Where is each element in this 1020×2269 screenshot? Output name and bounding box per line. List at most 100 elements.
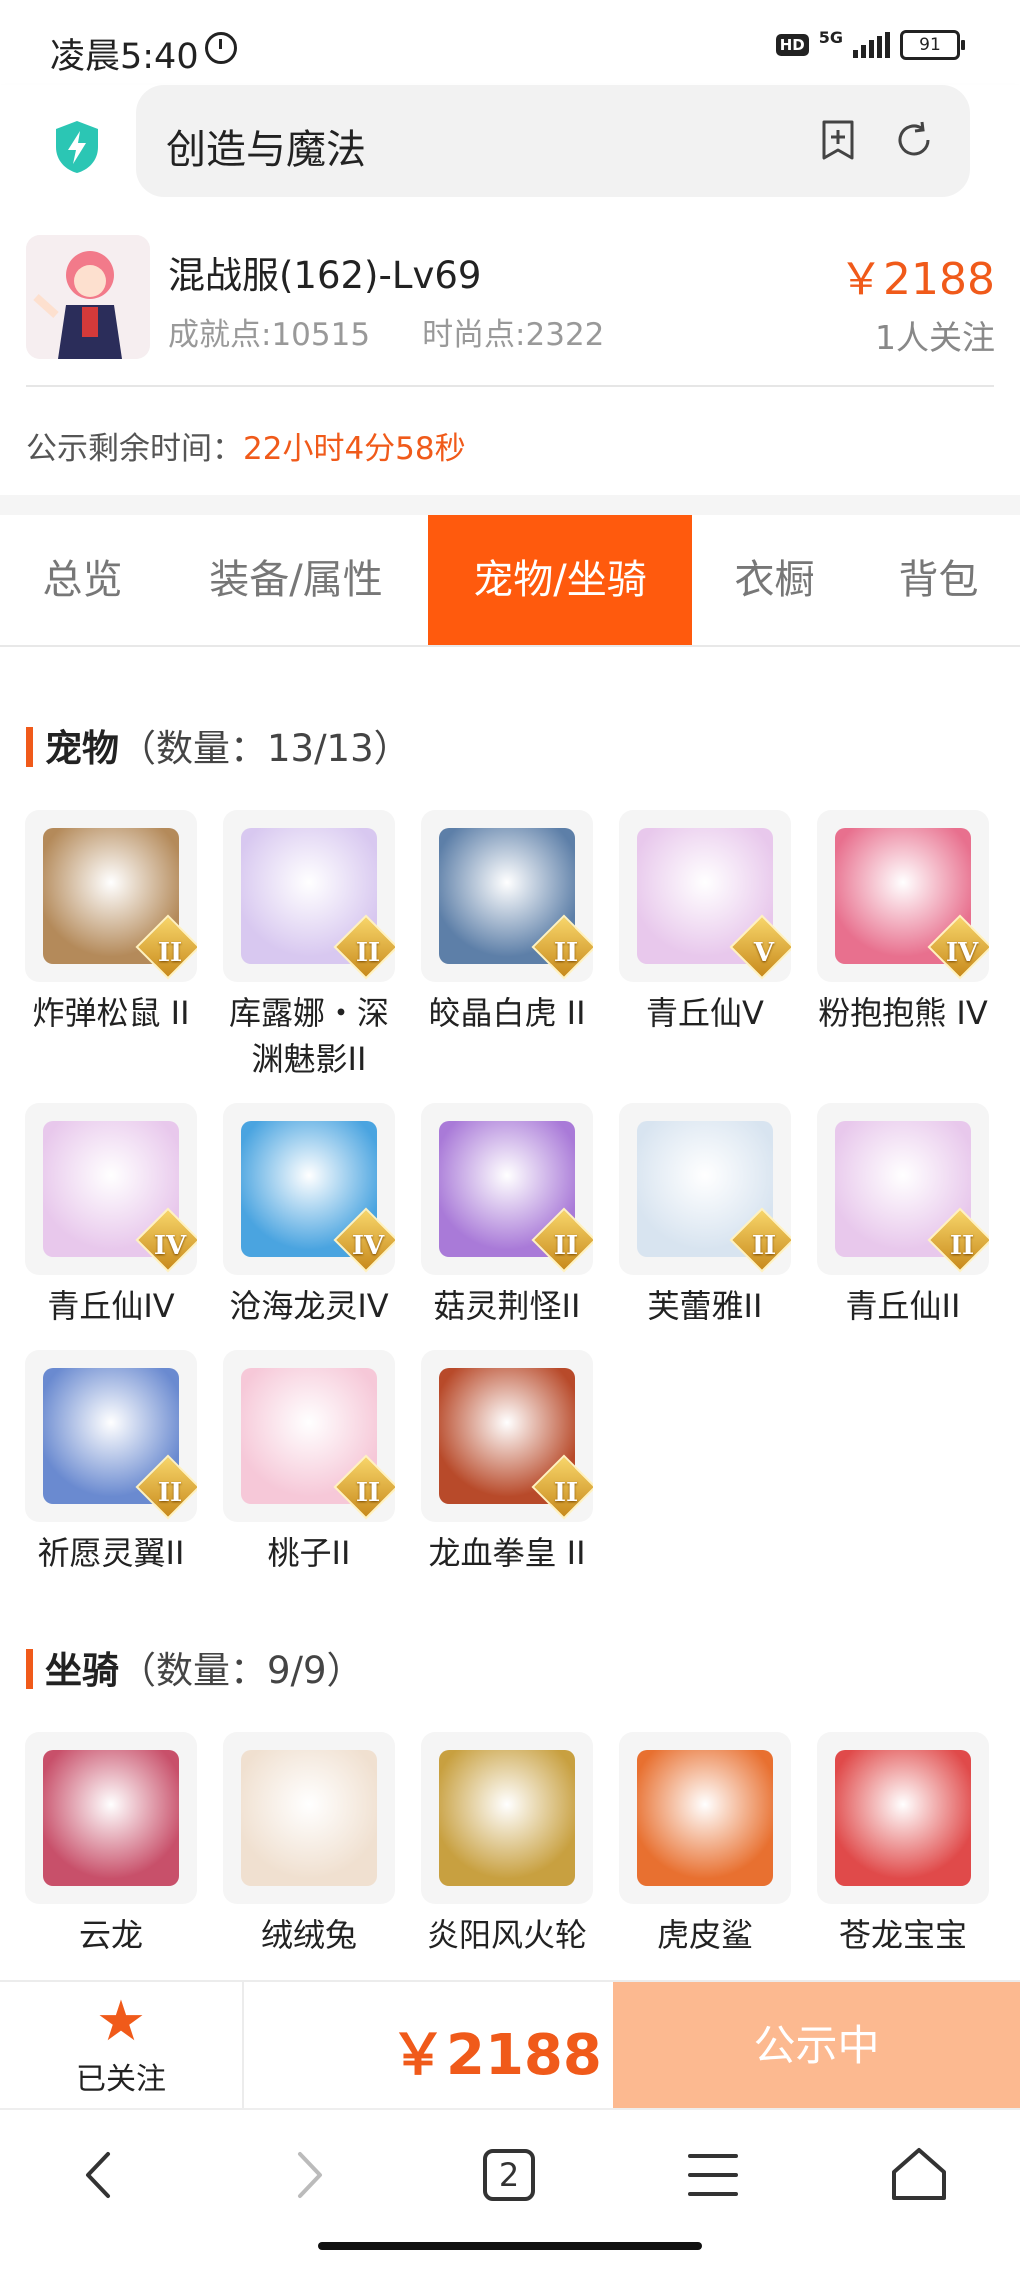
item-label: 龙血拳皇 II bbox=[428, 1534, 586, 1572]
list-item[interactable]: 虎皮鲨 bbox=[606, 1732, 804, 1958]
list-item[interactable]: II 龙血拳皇 II bbox=[408, 1350, 606, 1576]
item-label: 菇灵荆怪II bbox=[433, 1287, 581, 1325]
cloud-dragon-icon bbox=[25, 1732, 197, 1904]
pets-section-title: 宠物（数量：13/13） bbox=[26, 718, 411, 772]
rank-badge-label: II bbox=[553, 1231, 579, 1261]
address-bar[interactable]: 创造与魔法 bbox=[136, 85, 970, 197]
peach-cat-icon: II bbox=[223, 1350, 395, 1522]
list-item[interactable]: 苍龙宝宝 bbox=[804, 1732, 1002, 1958]
list-item[interactable]: II 菇灵荆怪II bbox=[408, 1103, 606, 1329]
sea-dragon-icon: IV bbox=[223, 1103, 395, 1275]
home-icon[interactable] bbox=[884, 2140, 954, 2210]
refresh-icon[interactable] bbox=[892, 118, 936, 162]
list-item[interactable]: II 炸弹松鼠 II bbox=[12, 810, 210, 1036]
item-label: 祈愿灵翼II bbox=[37, 1534, 185, 1572]
rank-badge-label: II bbox=[157, 938, 183, 968]
item-label: 青丘仙V bbox=[646, 994, 764, 1032]
qingqiu-icon: V bbox=[619, 810, 791, 982]
list-item[interactable]: IV 粉抱抱熊 IV bbox=[804, 810, 1002, 1036]
rank-badge-label: IV bbox=[351, 1231, 385, 1261]
rank-badge-label: II bbox=[355, 938, 381, 968]
rank-badge-label: II bbox=[553, 1478, 579, 1508]
detail-tabs: 总览 装备/属性 宠物/坐骑 衣橱 背包 bbox=[0, 515, 1020, 647]
network-label: 5G bbox=[818, 27, 843, 47]
bookmark-add-icon[interactable] bbox=[816, 118, 860, 162]
squirrel-icon: II bbox=[25, 810, 197, 982]
rank-badge-label: IV bbox=[945, 938, 979, 968]
home-indicator bbox=[318, 2242, 702, 2250]
thumbnail-art bbox=[43, 1750, 179, 1886]
countdown-label: 公示剩余时间： bbox=[26, 431, 243, 467]
item-label: 虎皮鲨 bbox=[656, 1916, 753, 1954]
item-header: 混战服(162)-Lv69 成就点:10515 时尚点:2322 ￥2188 1人… bbox=[0, 225, 1020, 495]
signal-icon bbox=[853, 32, 890, 58]
list-item[interactable]: 绒绒兔 bbox=[210, 1732, 408, 1958]
hd-icon: HD bbox=[775, 34, 809, 56]
list-item[interactable]: 云龙 bbox=[12, 1732, 210, 1958]
tab-backpack[interactable]: 背包 bbox=[857, 515, 1020, 645]
forward-icon[interactable] bbox=[272, 2140, 342, 2210]
item-label: 芙蕾雅II bbox=[647, 1287, 763, 1325]
rank-badge-label: II bbox=[157, 1478, 183, 1508]
item-label: 绒绒兔 bbox=[260, 1916, 357, 1954]
status-icons: HD 5G 91 bbox=[775, 27, 965, 60]
list-item[interactable]: II 祈愿灵翼II bbox=[12, 1350, 210, 1576]
item-label: 桃子II bbox=[267, 1534, 351, 1572]
divider bbox=[26, 385, 994, 387]
back-icon[interactable] bbox=[66, 2140, 136, 2210]
rank-badge-label: II bbox=[751, 1231, 777, 1261]
item-label: 库露娜・深渊魅影II bbox=[228, 994, 389, 1078]
alarm-icon bbox=[205, 32, 237, 64]
item-label: 青丘仙II bbox=[845, 1287, 961, 1325]
publicity-button[interactable]: 公示中 bbox=[613, 1982, 1020, 2110]
list-item[interactable]: IV 青丘仙IV bbox=[12, 1103, 210, 1329]
rank-badge-label: II bbox=[949, 1231, 975, 1261]
rank-badge-label: V bbox=[753, 938, 775, 968]
character-avatar bbox=[26, 235, 150, 359]
item-title: 混战服(162)-Lv69 bbox=[168, 254, 482, 297]
item-label: 炸弹松鼠 II bbox=[32, 994, 190, 1032]
pets-title: 宠物 bbox=[45, 727, 119, 770]
section-marker bbox=[26, 727, 33, 767]
list-item[interactable]: V 青丘仙V bbox=[606, 810, 804, 1036]
item-label: 沧海龙灵IV bbox=[229, 1287, 389, 1325]
item-price: ￥2188 bbox=[839, 254, 995, 305]
mounts-title: 坐骑 bbox=[45, 1649, 119, 1692]
item-label: 皎晶白虎 II bbox=[428, 994, 586, 1032]
mushroom-icon: II bbox=[421, 1103, 593, 1275]
baby-dragon-icon bbox=[817, 1732, 989, 1904]
tab-count: 2 bbox=[498, 2156, 520, 2194]
pets-count: （数量：13/13） bbox=[119, 727, 411, 770]
follow-button[interactable]: ★ 已关注 bbox=[0, 1982, 244, 2110]
menu-icon[interactable] bbox=[678, 2140, 748, 2210]
freya-icon: II bbox=[619, 1103, 791, 1275]
rank-badge-label: II bbox=[553, 938, 579, 968]
section-marker bbox=[26, 1649, 33, 1689]
browser-toolbar: 创造与魔法 bbox=[0, 85, 1020, 225]
list-item[interactable]: II 桃子II bbox=[210, 1350, 408, 1576]
tab-overview[interactable]: 总览 bbox=[0, 515, 165, 645]
rank-badge-label: II bbox=[355, 1478, 381, 1508]
list-item[interactable]: II 芙蕾雅II bbox=[606, 1103, 804, 1329]
list-item[interactable]: II 皎晶白虎 II bbox=[408, 810, 606, 1036]
list-item[interactable]: 炎阳风火轮 bbox=[408, 1732, 606, 1958]
item-label: 苍龙宝宝 bbox=[838, 1916, 967, 1954]
thumbnail-art bbox=[835, 1750, 971, 1886]
list-item[interactable]: II 青丘仙II bbox=[804, 1103, 1002, 1329]
fire-wheel-icon bbox=[421, 1732, 593, 1904]
tab-pets-mounts[interactable]: 宠物/坐骑 bbox=[428, 515, 692, 645]
item-stats: 成就点:10515 时尚点:2322 bbox=[168, 309, 656, 354]
white-tiger-icon: II bbox=[421, 810, 593, 982]
follow-label: 已关注 bbox=[76, 2062, 166, 2097]
follower-count: 1人关注 bbox=[875, 318, 995, 357]
mounts-count: （数量：9/9） bbox=[119, 1649, 364, 1692]
mounts-section-title: 坐骑（数量：9/9） bbox=[26, 1640, 364, 1694]
list-item[interactable]: II 库露娜・深渊魅影II bbox=[210, 810, 408, 1082]
tab-equipment[interactable]: 装备/属性 bbox=[165, 515, 427, 645]
list-item[interactable]: IV 沧海龙灵IV bbox=[210, 1103, 408, 1329]
status-bar: 凌晨5:40 HD 5G 91 bbox=[0, 0, 1020, 90]
status-time: 凌晨5:40 bbox=[50, 37, 199, 77]
bottom-price: ￥2188 bbox=[390, 2023, 602, 2088]
tabs-button[interactable]: 2 bbox=[474, 2140, 544, 2210]
tab-wardrobe[interactable]: 衣橱 bbox=[692, 515, 857, 645]
